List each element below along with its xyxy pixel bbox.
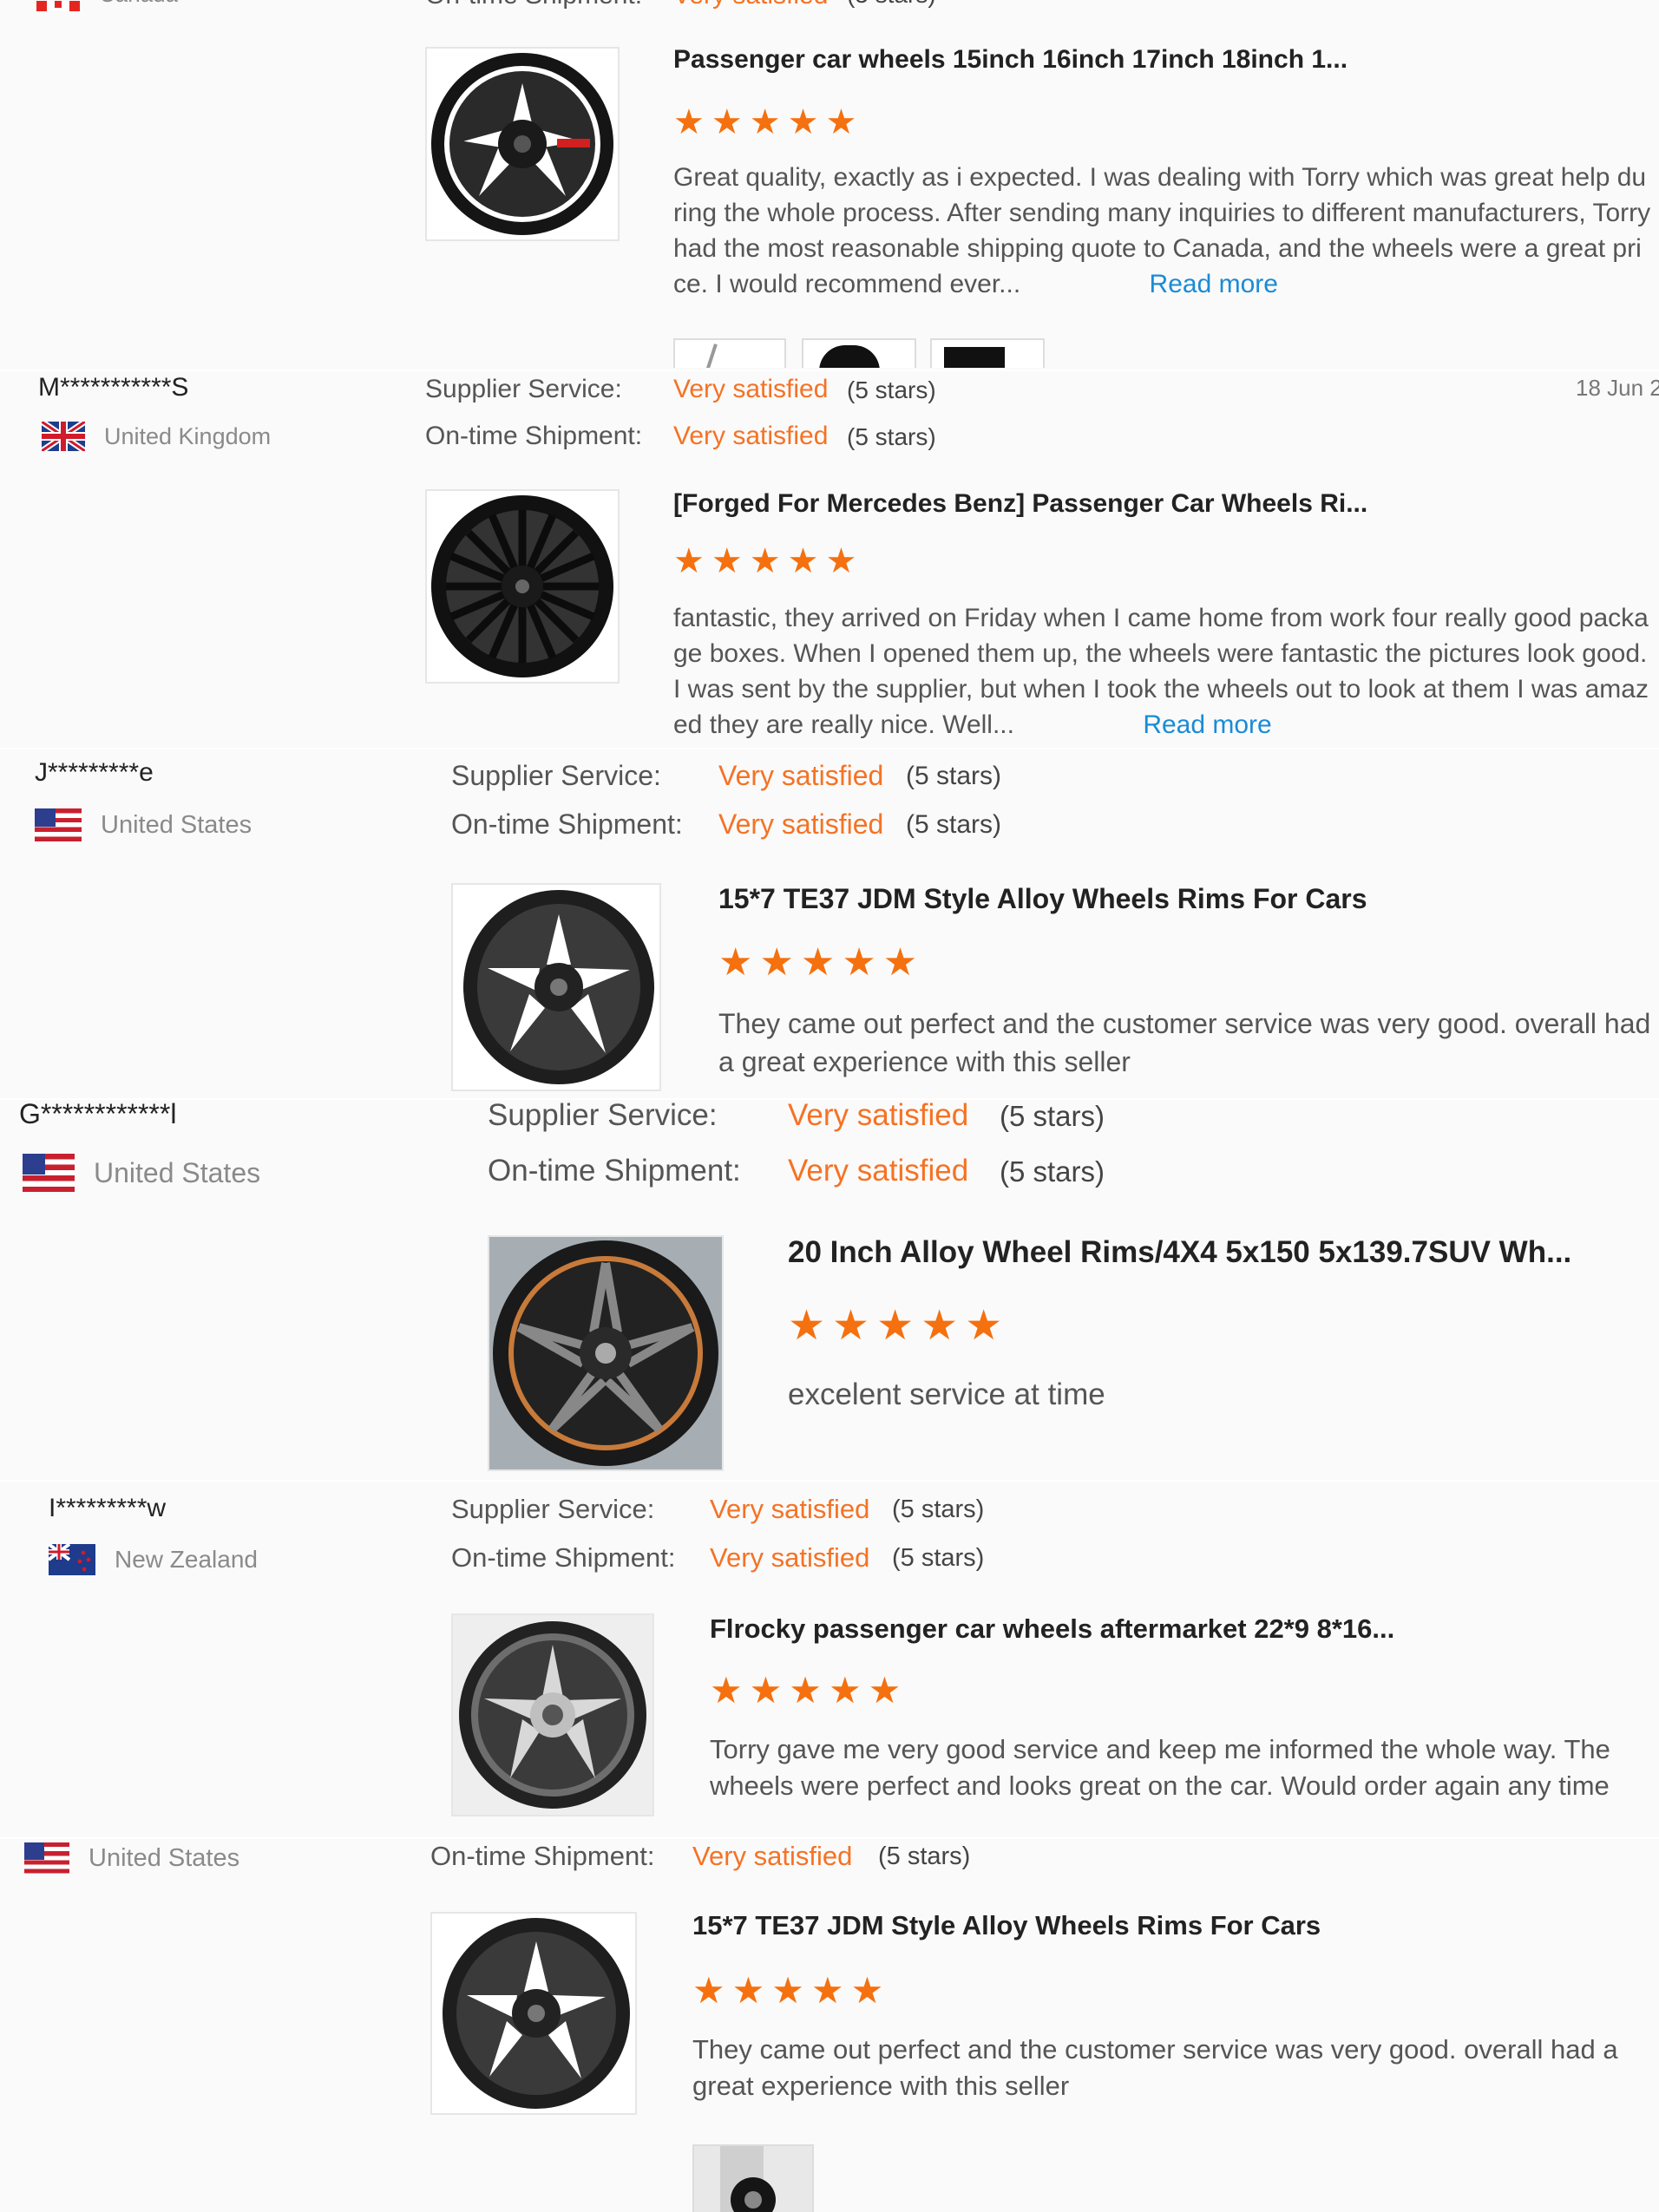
review-text: Torry gave me very good service and keep… [710,1734,1610,1801]
supplier-service-stars: (5 stars) [847,376,936,403]
country-label: United States [101,810,252,839]
wheel-image-icon [489,1237,722,1469]
shipment-value: Very satisfied [718,808,884,840]
reviewer-name: I*********w [49,1494,167,1522]
review-photo-thumb[interactable] [673,338,786,368]
supplier-service-value: Very satisfied [673,375,829,403]
product-title[interactable]: Passenger car wheels 15inch 16inch 17inc… [673,45,1348,75]
product-image[interactable] [425,47,620,241]
product-title[interactable]: 15*7 TE37 JDM Style Alloy Wheels Rims Fo… [718,883,1367,915]
read-more-link[interactable]: Read more [1143,710,1271,739]
country-label: Canada [99,0,178,8]
shipment-label: On-time Shipment: [425,422,643,450]
reviewer-name: G************l [19,1098,177,1129]
product-title[interactable]: 15*7 TE37 JDM Style Alloy Wheels Rims Fo… [692,1910,1321,1941]
shipment-stars: (5 stars) [1000,1155,1105,1188]
country-label: New Zealand [115,1546,258,1573]
flag-us-icon [24,1842,69,1874]
country-label: United States [89,1843,240,1872]
shipment-stars: (5 stars) [847,423,936,450]
supplier-service-value: Very satisfied [788,1098,969,1132]
supplier-service-label: Supplier Service: [425,375,622,403]
supplier-service-label: Supplier Service: [451,1494,655,1524]
shipment-stars: (5 stars) [878,1842,971,1870]
shipment-value: Very satisfied [673,0,828,10]
rating-stars: ★★★★★ [692,1970,891,2011]
supplier-service-stars: (5 stars) [1000,1100,1105,1132]
wheel-image-icon [463,890,654,1084]
product-image[interactable] [425,489,620,684]
product-title[interactable]: [Forged For Mercedes Benz] Passenger Car… [673,489,1367,519]
supplier-service-stars: (5 stars) [906,762,1002,790]
wheel-image-icon [453,1615,652,1815]
review-text: fantastic, they arrived on Friday when I… [673,600,1654,743]
review-text: They came out perfect and the customer s… [718,1008,1651,1077]
review-text: Great quality, exactly as i expected. I … [673,160,1654,302]
flag-us-icon [23,1154,75,1192]
rating-stars: ★★★★★ [673,542,864,580]
supplier-service-label: Supplier Service: [488,1098,718,1132]
product-image[interactable] [430,1912,637,2115]
shipment-label: On-time Shipment: [488,1154,741,1188]
review-partial-top: Canada On-time Shipment: Very satisfied … [0,0,1659,35]
flag-nz-icon [49,1544,95,1575]
rating-stars: ★★★★★ [710,1670,908,1711]
shipment-stars: (5 stars) [847,0,936,9]
flag-uk-icon [42,422,85,451]
reviewer-country: United States [23,1154,260,1192]
reviewer-name: M***********S [38,373,189,402]
shipment-value: Very satisfied [692,1841,853,1871]
shipment-value: Very satisfied [673,422,829,450]
rating-stars: ★★★★★ [673,103,864,141]
shipment-value: Very satisfied [710,1542,870,1573]
supplier-service-label: Supplier Service: [451,760,661,791]
reviewer-country: United States [24,1842,239,1874]
product-image[interactable] [488,1235,724,1471]
review-date: 18 Jun 2 [1576,375,1659,401]
review-text: They came out perfect and the customer s… [692,2034,1618,2101]
product-image[interactable] [451,1613,654,1816]
shipment-label: On-time Shipment: [451,808,683,840]
country-label: United States [94,1156,261,1188]
wheel-photo-icon [720,2146,776,2212]
shipment-label: On-time Shipment: [430,1841,655,1871]
rating-stars: ★★★★★ [718,941,925,984]
rating-stars: ★★★★★ [788,1303,1010,1349]
product-title[interactable]: 20 Inch Alloy Wheel Rims/4X4 5x150 5x139… [788,1235,1571,1270]
shipment-stars: (5 stars) [892,1544,985,1572]
wheel-image-icon [431,495,613,677]
shipment-label: On-time Shipment: [425,0,642,10]
shipment-stars: (5 stars) [906,810,1002,839]
review-photo-thumb[interactable] [930,338,1045,368]
product-title[interactable]: Flrocky passenger car wheels aftermarket… [710,1613,1394,1645]
reviewer-country: United Kingdom [42,422,271,451]
shipment-value: Very satisfied [788,1154,969,1188]
read-more-link[interactable]: Read more [1150,270,1278,298]
reviewer-country: United States [35,808,252,841]
review-text: excelent service at time [788,1378,1105,1411]
supplier-service-stars: (5 stars) [892,1495,985,1523]
country-label: United Kingdom [104,422,272,449]
reviewer-name: J*********e [35,758,154,787]
review-photo-thumb[interactable] [802,338,916,368]
review-photo-thumb[interactable] [692,2144,814,2212]
shipment-label: On-time Shipment: [451,1542,676,1573]
reviewer-country: New Zealand [49,1544,258,1575]
wheel-image-icon [431,53,613,235]
supplier-service-value: Very satisfied [710,1494,870,1524]
wheel-image-icon [443,1918,630,2109]
supplier-service-value: Very satisfied [718,760,884,791]
product-image[interactable] [451,883,661,1091]
flag-canada-icon [36,1,80,11]
flag-us-icon [35,808,82,841]
